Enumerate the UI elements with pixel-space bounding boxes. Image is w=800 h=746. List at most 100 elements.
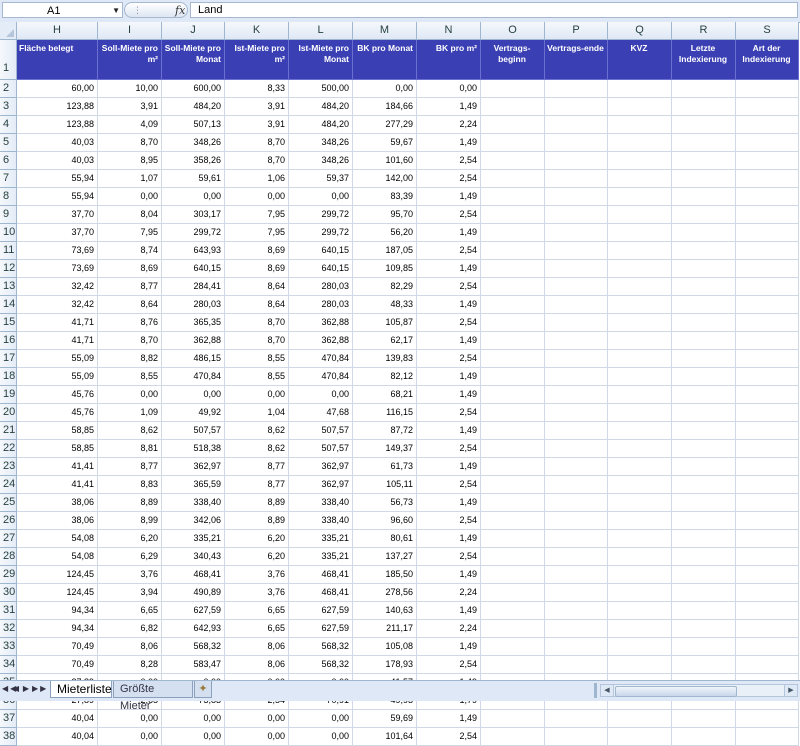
data-cell[interactable] [545, 278, 608, 296]
data-cell[interactable]: 284,41 [162, 278, 225, 296]
data-cell[interactable] [481, 728, 545, 746]
data-cell[interactable]: 568,32 [289, 638, 353, 656]
row-header[interactable]: 24 [0, 476, 17, 494]
data-cell[interactable] [736, 584, 799, 602]
data-cell[interactable]: 470,84 [289, 350, 353, 368]
data-cell[interactable]: 0,00 [225, 710, 289, 728]
data-cell[interactable] [672, 134, 736, 152]
data-cell[interactable]: 8,70 [225, 152, 289, 170]
data-cell[interactable]: 40,04 [17, 710, 98, 728]
data-cell[interactable] [672, 710, 736, 728]
data-cell[interactable]: 8,04 [98, 206, 162, 224]
data-cell[interactable]: 362,88 [162, 332, 225, 350]
data-cell[interactable] [736, 80, 799, 98]
data-cell[interactable]: 627,59 [289, 620, 353, 638]
data-cell[interactable] [736, 512, 799, 530]
data-cell[interactable]: 6,65 [225, 602, 289, 620]
data-cell[interactable]: 8,55 [225, 368, 289, 386]
data-cell[interactable]: 62,17 [353, 332, 417, 350]
data-cell[interactable] [672, 80, 736, 98]
data-cell[interactable] [481, 98, 545, 116]
data-cell[interactable]: 468,41 [289, 566, 353, 584]
data-cell[interactable]: 6,20 [225, 530, 289, 548]
row-header[interactable]: 27 [0, 530, 17, 548]
data-cell[interactable]: 0,00 [225, 386, 289, 404]
data-cell[interactable]: 1,49 [417, 566, 481, 584]
data-cell[interactable]: 8,69 [225, 260, 289, 278]
data-cell[interactable] [608, 368, 672, 386]
data-cell[interactable] [481, 134, 545, 152]
data-cell[interactable] [736, 728, 799, 746]
data-cell[interactable]: 105,87 [353, 314, 417, 332]
data-cell[interactable]: 362,88 [289, 314, 353, 332]
data-cell[interactable]: 2,54 [417, 512, 481, 530]
data-cell[interactable] [608, 386, 672, 404]
data-cell[interactable] [545, 620, 608, 638]
data-cell[interactable]: 139,83 [353, 350, 417, 368]
data-cell[interactable]: 105,11 [353, 476, 417, 494]
data-cell[interactable]: 0,00 [98, 728, 162, 746]
data-cell[interactable]: 58,85 [17, 422, 98, 440]
data-cell[interactable]: 8,70 [225, 134, 289, 152]
data-cell[interactable] [672, 638, 736, 656]
data-cell[interactable] [736, 476, 799, 494]
data-cell[interactable] [608, 710, 672, 728]
data-cell[interactable]: 342,06 [162, 512, 225, 530]
data-cell[interactable]: 55,09 [17, 350, 98, 368]
data-cell[interactable]: 149,37 [353, 440, 417, 458]
data-cell[interactable]: 56,20 [353, 224, 417, 242]
data-cell[interactable] [545, 440, 608, 458]
data-cell[interactable] [545, 584, 608, 602]
column-header-l[interactable]: L [289, 22, 353, 40]
row-header[interactable]: 37 [0, 710, 17, 728]
data-cell[interactable]: 61,73 [353, 458, 417, 476]
data-cell[interactable] [545, 386, 608, 404]
row-header[interactable]: 5 [0, 134, 17, 152]
data-cell[interactable] [545, 512, 608, 530]
data-cell[interactable] [481, 116, 545, 134]
data-cell[interactable] [481, 170, 545, 188]
data-cell[interactable] [672, 620, 736, 638]
data-cell[interactable]: 8,77 [98, 278, 162, 296]
data-cell[interactable]: 8,70 [225, 314, 289, 332]
data-cell[interactable] [481, 314, 545, 332]
data-cell[interactable] [736, 134, 799, 152]
row-header[interactable]: 2 [0, 80, 17, 98]
data-cell[interactable]: 0,00 [162, 386, 225, 404]
data-cell[interactable] [672, 314, 736, 332]
data-cell[interactable]: 340,43 [162, 548, 225, 566]
data-cell[interactable]: 70,49 [17, 656, 98, 674]
column-header-p[interactable]: P [545, 22, 608, 40]
data-cell[interactable] [736, 638, 799, 656]
data-cell[interactable] [672, 656, 736, 674]
data-cell[interactable] [608, 494, 672, 512]
data-cell[interactable]: 3,91 [225, 116, 289, 134]
data-cell[interactable]: 8,69 [98, 260, 162, 278]
data-cell[interactable] [608, 584, 672, 602]
data-cell[interactable]: 0,00 [162, 728, 225, 746]
row-header[interactable]: 8 [0, 188, 17, 206]
data-cell[interactable] [545, 422, 608, 440]
data-cell[interactable]: 338,40 [289, 494, 353, 512]
data-cell[interactable]: 101,64 [353, 728, 417, 746]
row-header[interactable]: 26 [0, 512, 17, 530]
data-cell[interactable]: 643,93 [162, 242, 225, 260]
data-cell[interactable] [545, 170, 608, 188]
data-cell[interactable]: 2,54 [417, 314, 481, 332]
data-cell[interactable]: 348,26 [162, 134, 225, 152]
data-cell[interactable]: 1,07 [98, 170, 162, 188]
data-cell[interactable]: 642,93 [162, 620, 225, 638]
data-cell[interactable]: 1,49 [417, 422, 481, 440]
data-cell[interactable]: 40,04 [17, 728, 98, 746]
data-cell[interactable]: 8,89 [225, 494, 289, 512]
data-cell[interactable]: 8,70 [98, 332, 162, 350]
data-cell[interactable] [481, 368, 545, 386]
data-cell[interactable] [608, 260, 672, 278]
insert-function-button[interactable]: fx [175, 3, 185, 18]
data-cell[interactable]: 600,00 [162, 80, 225, 98]
data-cell[interactable]: 507,57 [162, 422, 225, 440]
header-cell[interactable]: Vertrags-beginn [481, 40, 545, 80]
data-cell[interactable]: 40,03 [17, 152, 98, 170]
data-cell[interactable]: 280,03 [289, 296, 353, 314]
header-cell[interactable]: Art der Indexierung [736, 40, 799, 80]
